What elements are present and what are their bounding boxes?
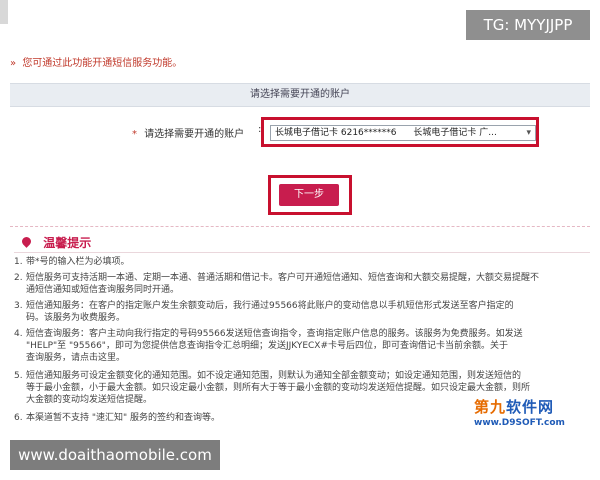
tips-title-text: 温馨提示	[43, 236, 92, 250]
notice-label: 您可通过此功能开通短信服务功能。	[22, 58, 183, 69]
tg-badge-overlay: TG: MYYJJPP	[466, 10, 590, 40]
divider	[10, 226, 590, 227]
account-select-card-type: 长城电子借记卡 广...	[413, 128, 497, 138]
site-logo-watermark: 第九软件网 www.D9SOFT.com	[474, 396, 586, 430]
next-button[interactable]: 下一步	[279, 184, 339, 206]
tip-item: 1. 带*号的输入栏为必填项。	[14, 257, 130, 267]
query-link-line[interactable]: 查询服务，请点击这里。	[14, 352, 590, 364]
next-button-highlight: 下一步	[268, 175, 352, 215]
account-select[interactable]: 长城电子借记卡 6216******6 长城电子借记卡 广... ▾	[270, 125, 536, 141]
required-mark: *	[132, 129, 137, 140]
account-label: * 请选择需要开通的账户	[132, 125, 244, 140]
tips-divider	[14, 252, 590, 253]
account-select-card: 长城电子借记卡 6216******6	[275, 128, 397, 138]
tip-item: 2. 短信服务可支持活期一本通、定期一本通、普通活期和借记卡。客户可开通短信通知、…	[14, 273, 540, 295]
notice-text: » 您可通过此功能开通短信服务功能。	[10, 54, 182, 69]
account-select-highlight: 长城电子借记卡 6216******6 长城电子借记卡 广... ▾	[261, 117, 539, 147]
location-pin-icon	[20, 235, 33, 248]
chevron-down-icon[interactable]: ▾	[526, 126, 531, 140]
logo-main: 第九软件网	[474, 398, 555, 416]
account-row: * 请选择需要开通的账户 : 长城电子借记卡 6216******6 长城电子借…	[10, 114, 590, 148]
logo-sub: www.D9SOFT.com	[474, 418, 565, 428]
tip-item: 3. 短信通知服务：在客户的指定账户发生余额变动后，我行通过95566将此账户的变…	[14, 301, 514, 323]
notice-arrow-icon: »	[10, 58, 17, 69]
corner-watermark	[0, 0, 8, 24]
account-label-text: 请选择需要开通的账户	[144, 129, 245, 140]
tips-title: 温馨提示	[20, 234, 92, 250]
site-badge-overlay: www.doaithaomobile.com	[10, 440, 220, 470]
tip-item: 4. 短信查询服务：客户主动向我行指定的号码95566发送短信查询指令，查询指定账…	[14, 328, 590, 364]
section-header: 请选择需要开通的账户	[10, 83, 590, 107]
